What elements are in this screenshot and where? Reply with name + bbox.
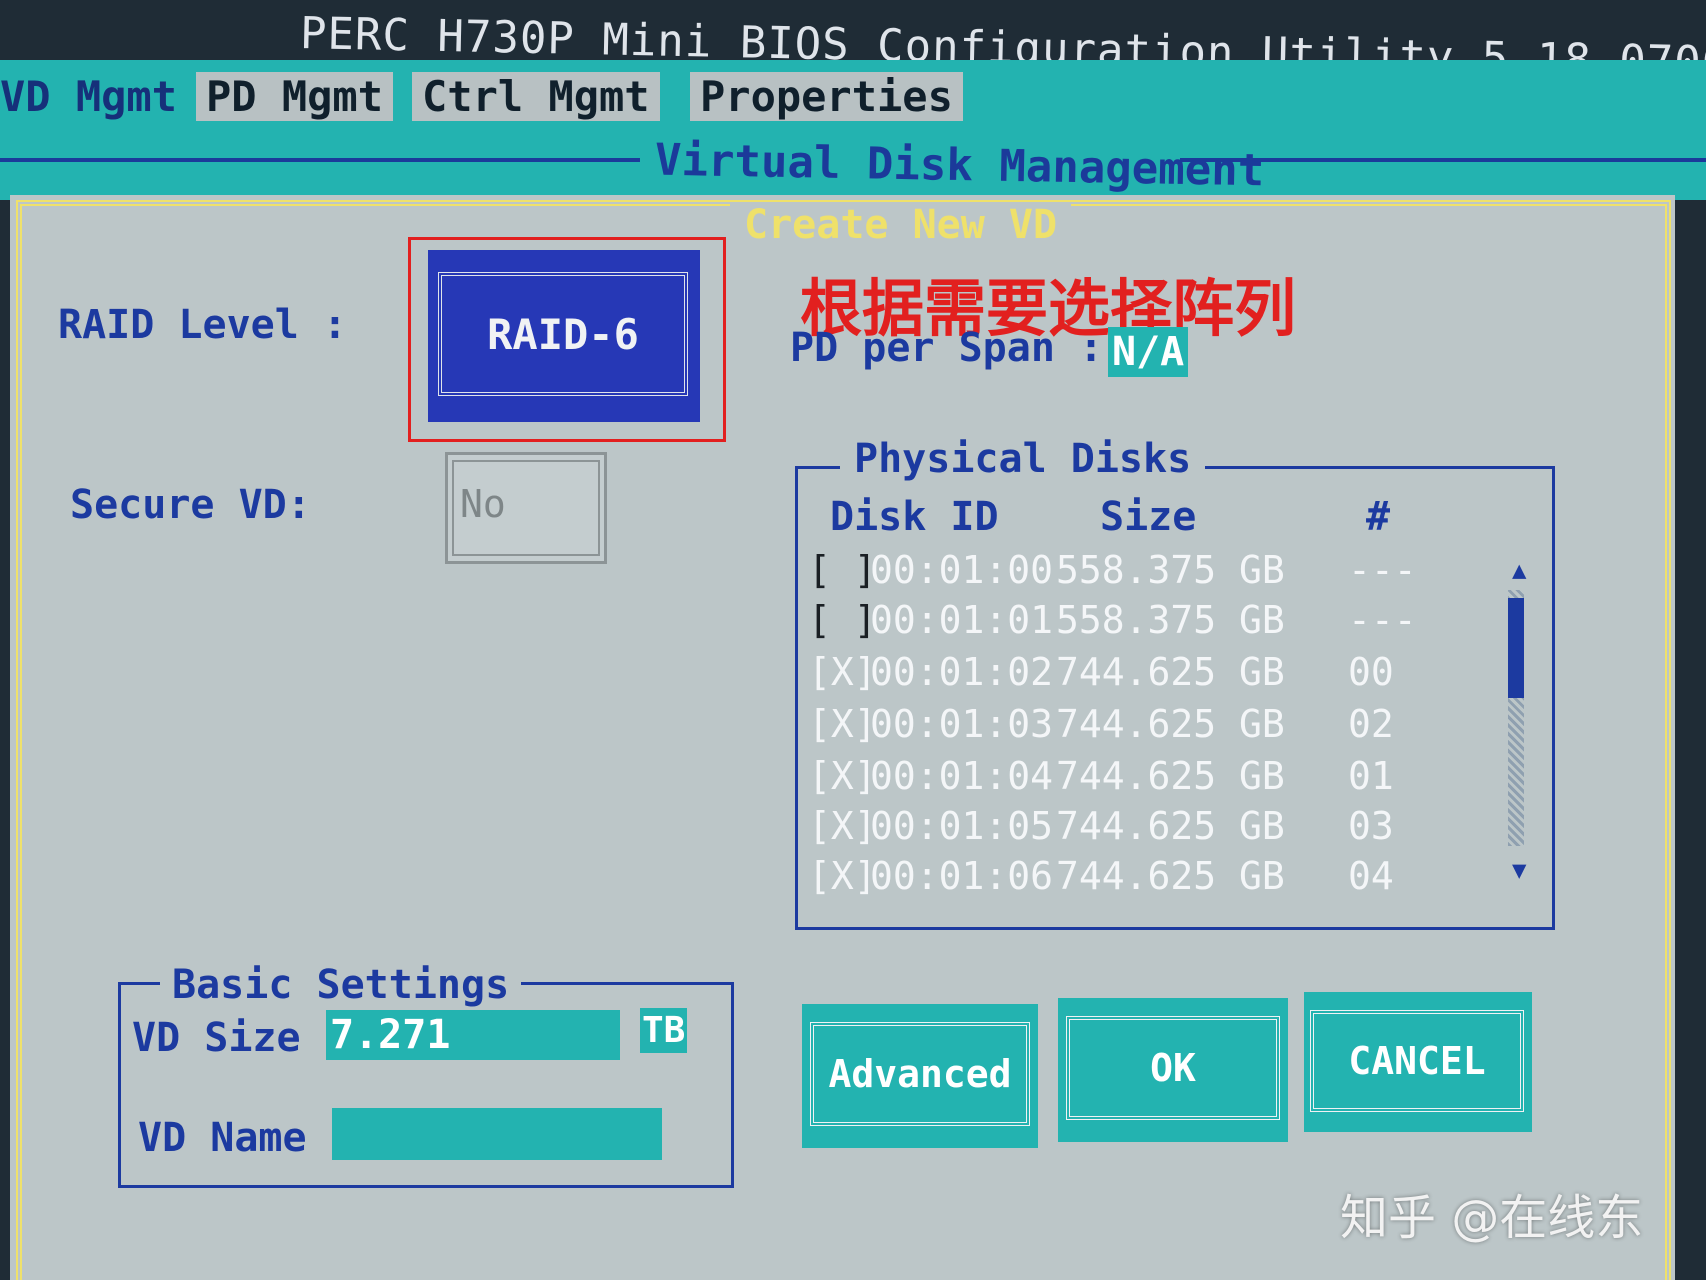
disk-row[interactable]: [X] 00:01:05 744.625 GB 03 — [808, 804, 1528, 854]
disk-row[interactable]: [X] 00:01:06 744.625 GB 04 — [808, 854, 1528, 904]
menu-pd-mgmt[interactable]: PD Mgmt — [196, 72, 394, 121]
column-number: # — [1366, 494, 1391, 540]
menu-vd-mgmt[interactable]: VD Mgmt — [0, 72, 178, 121]
disk-row[interactable]: [ ] 00:01:01 558.375 GB --- — [808, 598, 1528, 648]
secure-vd-field[interactable]: No — [452, 460, 600, 556]
menu-properties[interactable]: Properties — [690, 72, 963, 121]
disk-size: 558.375 GB — [1056, 548, 1285, 592]
menu-ctrl-mgmt[interactable]: Ctrl Mgmt — [412, 72, 660, 121]
disk-id: 00:01:01 — [870, 598, 1054, 642]
scrollbar-thumb[interactable] — [1508, 598, 1524, 698]
disk-row[interactable]: [ ] 00:01:00 558.375 GB --- — [808, 548, 1528, 598]
advanced-button[interactable]: Advanced — [810, 1022, 1030, 1126]
disk-number: 02 — [1348, 702, 1394, 746]
section-title: Virtual Disk Management — [654, 134, 1265, 197]
pd-per-span-value[interactable]: N/A — [1108, 327, 1189, 377]
pd-per-span-label: PD per Span : — [790, 325, 1104, 371]
disk-checkbox[interactable]: [X] — [808, 804, 877, 848]
vd-size-label: VD Size — [132, 1015, 301, 1061]
disk-number: --- — [1348, 598, 1417, 642]
disk-id: 00:01:06 — [870, 854, 1054, 898]
disk-id: 00:01:05 — [870, 804, 1054, 848]
disk-number: 00 — [1348, 650, 1394, 694]
vd-size-input[interactable]: 7.271 — [326, 1010, 620, 1060]
disk-id: 00:01:04 — [870, 754, 1054, 798]
scroll-down-icon[interactable]: ▼ — [1512, 856, 1526, 884]
secure-vd-label: Secure VD: — [70, 482, 311, 528]
disk-id: 00:01:00 — [870, 548, 1054, 592]
disk-row[interactable]: [X] 00:01:04 744.625 GB 01 — [808, 754, 1528, 804]
disk-number: --- — [1348, 548, 1417, 592]
disk-row[interactable]: [X] 00:01:02 744.625 GB 00 — [808, 650, 1528, 700]
basic-settings-title: Basic Settings — [160, 962, 522, 1008]
disk-number: 01 — [1348, 754, 1394, 798]
disk-checkbox[interactable]: [X] — [808, 702, 877, 746]
dialog-title: Create New VD — [730, 202, 1072, 248]
vd-name-input[interactable] — [332, 1108, 662, 1160]
highlight-box — [408, 237, 726, 442]
section-rule-left — [0, 158, 640, 162]
disk-size: 744.625 GB — [1056, 702, 1285, 746]
disk-id: 00:01:03 — [870, 702, 1054, 746]
disk-size: 558.375 GB — [1056, 598, 1285, 642]
physical-disks-title: Physical Disks — [840, 436, 1206, 482]
ok-button[interactable]: OK — [1066, 1016, 1280, 1120]
vd-size-unit: TB — [640, 1008, 688, 1053]
disk-checkbox[interactable]: [ ] — [808, 598, 877, 642]
watermark: 知乎 @在线东 — [1340, 1190, 1644, 1246]
disk-number: 04 — [1348, 854, 1394, 898]
disk-size: 744.625 GB — [1056, 754, 1285, 798]
disk-size: 744.625 GB — [1056, 650, 1285, 694]
vd-name-label: VD Name — [138, 1115, 307, 1161]
disk-size: 744.625 GB — [1056, 804, 1285, 848]
disk-number: 03 — [1348, 804, 1394, 848]
raid-level-label: RAID Level : — [58, 302, 347, 348]
disk-id: 00:01:02 — [870, 650, 1054, 694]
disk-size: 744.625 GB — [1056, 854, 1285, 898]
disk-checkbox[interactable]: [X] — [808, 754, 877, 798]
disk-checkbox[interactable]: [ ] — [808, 548, 877, 592]
scroll-up-icon[interactable]: ▲ — [1512, 556, 1526, 584]
column-size: Size — [1100, 494, 1197, 540]
disk-checkbox[interactable]: [X] — [808, 650, 877, 694]
disk-checkbox[interactable]: [X] — [808, 854, 877, 898]
cancel-button[interactable]: CANCEL — [1310, 1010, 1524, 1112]
disk-row[interactable]: [X] 00:01:03 744.625 GB 02 — [808, 702, 1528, 752]
bios-screen: PERC H730P Mini BIOS Configuration Utili… — [0, 0, 1706, 1280]
column-disk-id: Disk ID — [830, 494, 999, 540]
